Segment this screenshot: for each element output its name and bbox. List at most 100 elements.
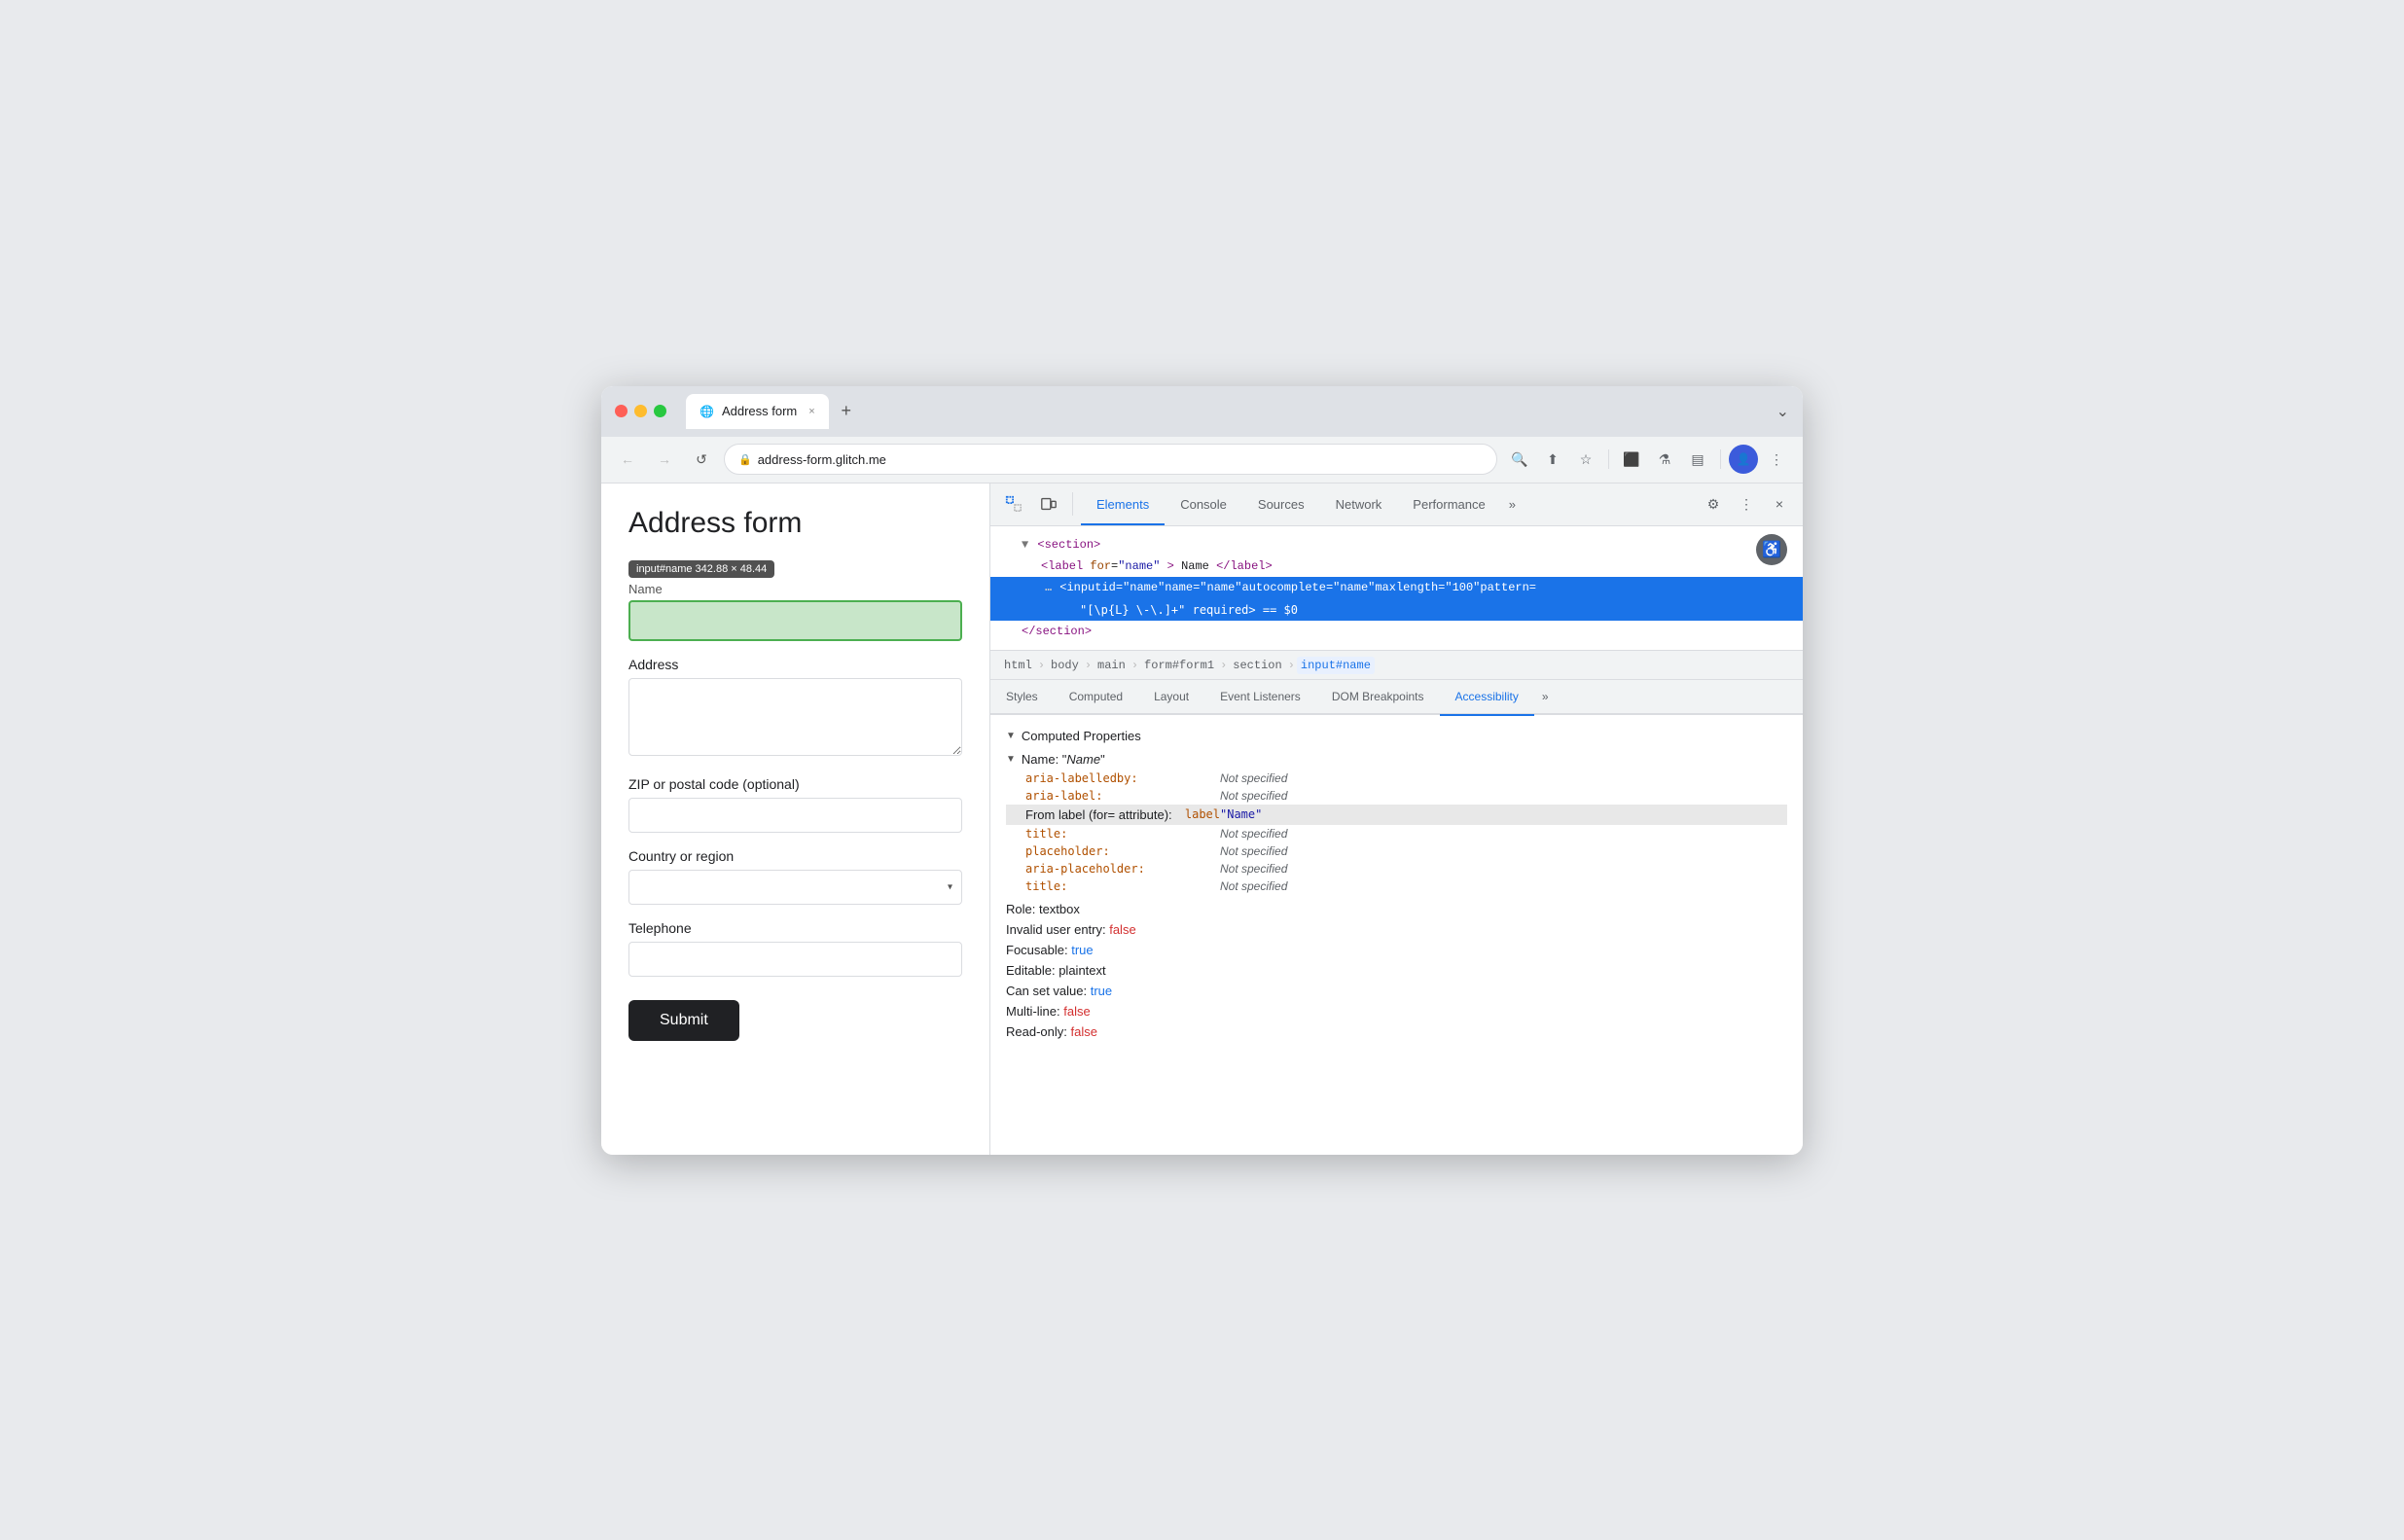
- profile-button[interactable]: 👤: [1729, 445, 1758, 474]
- maximize-button[interactable]: [654, 405, 666, 417]
- form-panel: Address form input#name 342.88 × 48.44 N…: [601, 483, 990, 1155]
- tree-section-open[interactable]: ▼ <section>: [990, 534, 1803, 555]
- label-element: label: [1185, 807, 1220, 821]
- search-button[interactable]: 🔍: [1505, 445, 1534, 474]
- nav-divider2: [1720, 449, 1721, 469]
- address-label: Address: [628, 657, 962, 672]
- url-text: address-form.glitch.me: [758, 452, 1483, 467]
- zip-label: ZIP or postal code (optional): [628, 776, 962, 792]
- readonly-row: Read-only: false: [1006, 1021, 1787, 1042]
- html-tree: ▼ <section> <label for="name" > Name </l…: [990, 526, 1803, 652]
- breadcrumb-section[interactable]: section: [1229, 657, 1285, 674]
- tab-bar: 🌐 Address form × + ⌄: [686, 394, 1789, 429]
- element-picker-button[interactable]: [998, 488, 1029, 519]
- active-tab[interactable]: 🌐 Address form ×: [686, 394, 829, 429]
- minimize-button[interactable]: [634, 405, 647, 417]
- from-label-row: From label (for= attribute): label "Name…: [1006, 805, 1787, 825]
- accessibility-panel: ▼ Computed Properties ▼ Name: "Name" ari…: [990, 715, 1803, 1154]
- tab-event-listeners[interactable]: Event Listeners: [1204, 679, 1316, 714]
- device-toolbar-button[interactable]: [1033, 488, 1064, 519]
- tab-sources[interactable]: Sources: [1242, 483, 1320, 526]
- more-button[interactable]: ⋮: [1762, 445, 1791, 474]
- accessibility-label: Accessibility: [1455, 690, 1519, 703]
- tab-close-button[interactable]: ×: [808, 406, 814, 417]
- devtools-more-button[interactable]: ⋮: [1731, 488, 1762, 519]
- new-tab-button[interactable]: +: [833, 398, 860, 425]
- toolbar-separator: [1072, 492, 1073, 516]
- can-set-value: true: [1091, 984, 1112, 998]
- props-overflow-button[interactable]: »: [1534, 690, 1557, 703]
- devtools-close-button[interactable]: ×: [1764, 488, 1795, 519]
- tab-favicon: 🌐: [700, 405, 714, 418]
- aria-placeholder-key: aria-placeholder:: [1025, 862, 1220, 876]
- extensions-button[interactable]: ⬛: [1617, 445, 1646, 474]
- tab-overflow-button[interactable]: »: [1501, 497, 1524, 512]
- title-row1: title: Not specified: [1006, 825, 1787, 842]
- tab-console-label: Console: [1180, 497, 1227, 512]
- submit-button[interactable]: Submit: [628, 1000, 739, 1041]
- telephone-input[interactable]: [628, 942, 962, 977]
- lock-icon: 🔒: [738, 453, 752, 466]
- focusable-label: Focusable:: [1006, 943, 1071, 957]
- tab-elements[interactable]: Elements: [1081, 483, 1165, 526]
- tree-label[interactable]: <label for="name" > Name </label>: [990, 555, 1803, 577]
- tab-accessibility[interactable]: Accessibility: [1440, 679, 1534, 714]
- title-key2: title:: [1025, 879, 1220, 893]
- invalid-label: Invalid user entry:: [1006, 922, 1109, 937]
- sidebar-button[interactable]: ▤: [1683, 445, 1712, 474]
- tree-section-close[interactable]: </section>: [990, 621, 1803, 642]
- zip-input[interactable]: [628, 798, 962, 833]
- bookmark-button[interactable]: ☆: [1571, 445, 1600, 474]
- breadcrumb-input[interactable]: input#name: [1297, 657, 1375, 674]
- tree-input-selected[interactable]: … <input id="name" name="name" autocompl…: [990, 577, 1803, 598]
- close-button[interactable]: [615, 405, 628, 417]
- collapse-icon: ▼: [1022, 538, 1028, 552]
- forward-button[interactable]: →: [650, 445, 679, 474]
- address-input[interactable]: [628, 678, 962, 756]
- name-section: ▼ Name: "Name" aria-labelledby: Not spec…: [1006, 749, 1787, 895]
- breadcrumb-form[interactable]: form#form1: [1140, 657, 1218, 674]
- name-input-highlighted: [628, 600, 962, 641]
- country-select[interactable]: [628, 870, 962, 905]
- title-row2: title: Not specified: [1006, 877, 1787, 895]
- back-button[interactable]: ←: [613, 445, 642, 474]
- address-bar[interactable]: 🔒 address-form.glitch.me: [724, 444, 1497, 475]
- name-expand-icon: ▼: [1006, 754, 1016, 765]
- breadcrumb-body[interactable]: body: [1047, 657, 1083, 674]
- computed-label: Computed: [1069, 690, 1123, 703]
- aria-placeholder-val: Not specified: [1220, 862, 1287, 876]
- event-listeners-label: Event Listeners: [1220, 690, 1301, 703]
- tab-layout[interactable]: Layout: [1138, 679, 1204, 714]
- reload-button[interactable]: ↺: [687, 445, 716, 474]
- breadcrumb-html[interactable]: html: [1000, 657, 1036, 674]
- tab-dom-breakpoints[interactable]: DOM Breakpoints: [1316, 679, 1440, 714]
- editable-value: plaintext: [1058, 963, 1105, 978]
- computed-props-header[interactable]: ▼ Computed Properties: [1006, 723, 1787, 749]
- tab-title: Address form: [722, 404, 797, 418]
- multiline-row: Multi-line: false: [1006, 1001, 1787, 1021]
- placeholder-val: Not specified: [1220, 844, 1287, 858]
- tab-console[interactable]: Console: [1165, 483, 1242, 526]
- tree-ellipsis[interactable]: …: [1041, 579, 1056, 594]
- browser-window: 🌐 Address form × + ⌄ ← → ↺ 🔒 address-for…: [601, 386, 1803, 1155]
- breadcrumb-main[interactable]: main: [1094, 657, 1130, 674]
- accessibility-icon[interactable]: ♿: [1756, 534, 1787, 565]
- forward-icon: →: [658, 451, 671, 467]
- tab-performance[interactable]: Performance: [1397, 483, 1500, 526]
- dom-breakpoints-label: DOM Breakpoints: [1332, 690, 1424, 703]
- role-value: textbox: [1039, 902, 1080, 916]
- tab-network[interactable]: Network: [1320, 483, 1398, 526]
- aria-label-val: Not specified: [1220, 789, 1287, 803]
- nav-bar: ← → ↺ 🔒 address-form.glitch.me 🔍 ⬆ ☆ ⬛ ⚗…: [601, 437, 1803, 483]
- placeholder-row: placeholder: Not specified: [1006, 842, 1787, 860]
- tab-computed[interactable]: Computed: [1054, 679, 1138, 714]
- tab-styles[interactable]: Styles: [990, 679, 1054, 714]
- share-button[interactable]: ⬆: [1538, 445, 1567, 474]
- tab-overflow-button[interactable]: ⌄: [1776, 402, 1789, 421]
- aria-label-key: aria-label:: [1025, 789, 1220, 803]
- from-label-key: From label (for= attribute):: [1025, 807, 1172, 822]
- name-header[interactable]: ▼ Name: "Name": [1006, 749, 1787, 770]
- styles-label: Styles: [1006, 690, 1038, 703]
- devtools-settings-button[interactable]: ⚙: [1698, 488, 1729, 519]
- lab-button[interactable]: ⚗: [1650, 445, 1679, 474]
